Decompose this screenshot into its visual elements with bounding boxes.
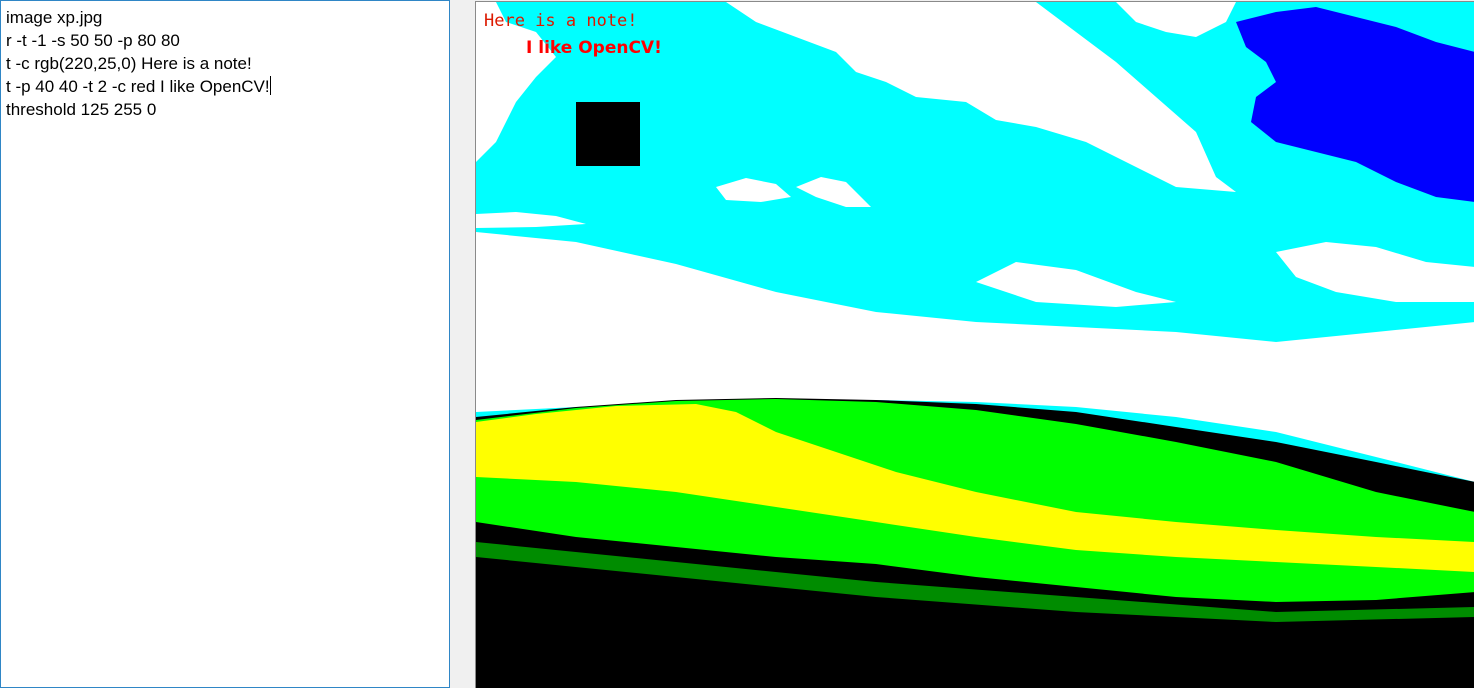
command-editor[interactable]: image xp.jpg r -t -1 -s 50 50 -p 80 80 t -… (0, 0, 450, 688)
thresholded-image: Here is a note! I like OpenCV! (476, 2, 1474, 688)
command-line: image xp.jpg (6, 8, 103, 27)
note-text: Here is a note! (484, 11, 638, 31)
image-output-panel: Here is a note! I like OpenCV! (475, 1, 1474, 688)
drawn-black-square (576, 102, 640, 166)
opencv-text: I like OpenCV! (526, 38, 662, 58)
command-lines[interactable]: image xp.jpg r -t -1 -s 50 50 -p 80 80 t -… (1, 1, 449, 121)
command-line: threshold 125 255 0 (6, 100, 157, 119)
command-line: t -p 40 40 -t 2 -c red I like OpenCV! (6, 76, 271, 96)
text-caret (269, 76, 271, 95)
command-line: r -t -1 -s 50 50 -p 80 80 (6, 31, 180, 50)
app-window: image xp.jpg r -t -1 -s 50 50 -p 80 80 t -… (0, 0, 1474, 688)
command-line: t -c rgb(220,25,0) Here is a note! (6, 54, 252, 73)
